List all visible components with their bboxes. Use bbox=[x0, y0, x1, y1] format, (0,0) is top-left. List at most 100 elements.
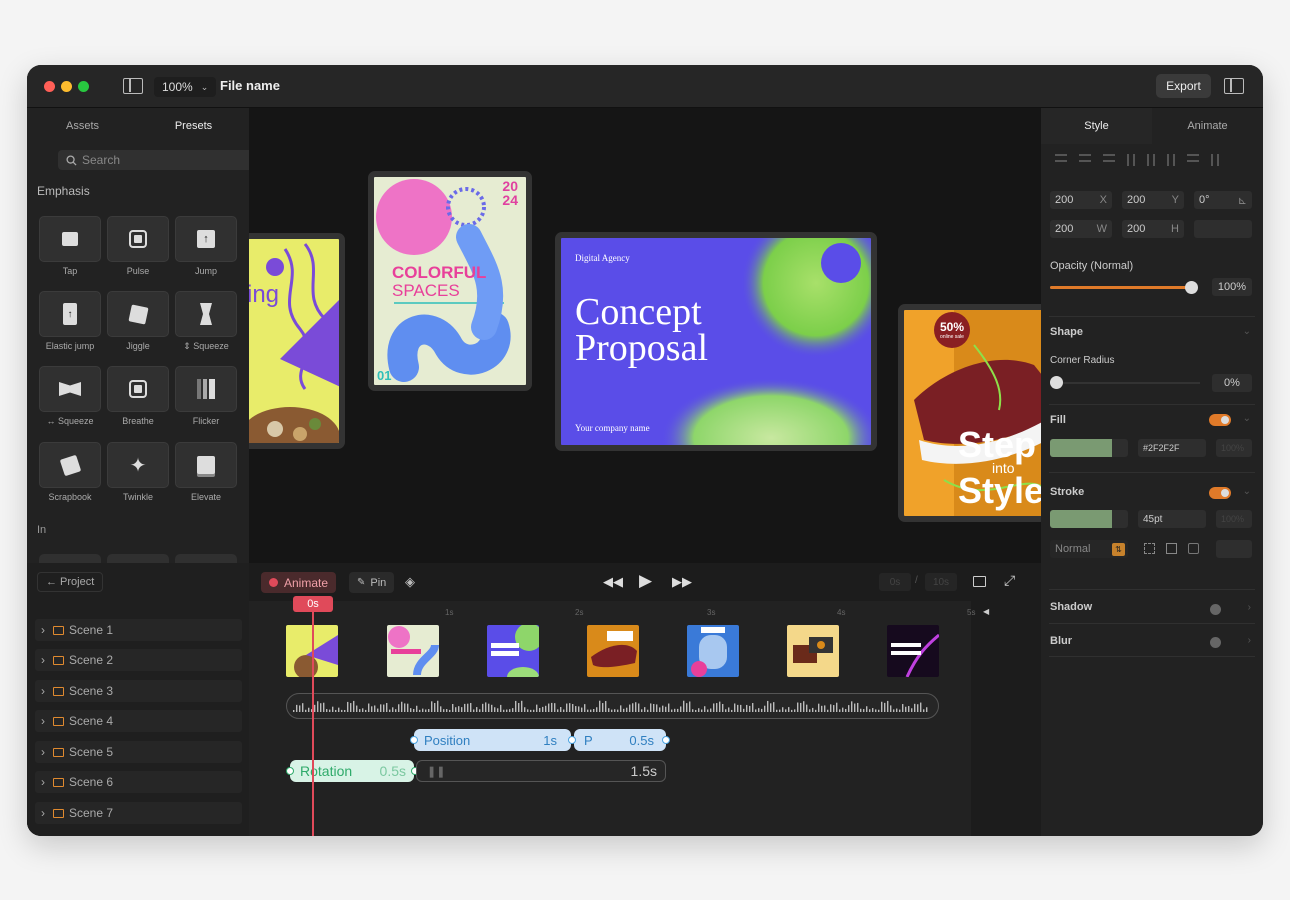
chevron-down-icon[interactable]: ⌄ bbox=[1243, 486, 1251, 497]
shadow-section[interactable]: Shadow bbox=[1050, 601, 1092, 613]
slide-card-food[interactable]: ing bbox=[249, 233, 345, 449]
animate-button[interactable]: Animate bbox=[261, 572, 337, 593]
preset-breathe[interactable]: Breathe bbox=[107, 366, 169, 426]
stroke-toggle[interactable] bbox=[1209, 487, 1231, 499]
scene-item[interactable]: › Scene 3 bbox=[35, 680, 242, 702]
blur-section[interactable]: Blur bbox=[1050, 635, 1072, 647]
h-field[interactable]: 200 H bbox=[1122, 220, 1184, 238]
scene-thumbnail[interactable] bbox=[787, 625, 839, 677]
p-keyframe[interactable]: P 0.5s bbox=[574, 729, 666, 751]
audio-waveform[interactable] bbox=[286, 693, 939, 719]
time-current-field[interactable]: 0s bbox=[879, 573, 911, 591]
shadow-toggle[interactable] bbox=[1210, 604, 1221, 615]
align-left-icon[interactable] bbox=[1055, 154, 1067, 162]
blend-mode-select[interactable]: Normal ⇅ bbox=[1050, 540, 1128, 558]
preset-jiggle[interactable]: Jiggle bbox=[107, 291, 169, 351]
corner-radius-slider[interactable] bbox=[1050, 376, 1200, 389]
tab-animate[interactable]: Animate bbox=[1152, 120, 1263, 132]
slide-card-concept[interactable]: Digital Agency Concept Proposal Your comp… bbox=[555, 232, 877, 451]
w-field[interactable]: 200 W bbox=[1050, 220, 1112, 238]
scene-thumbnail[interactable] bbox=[487, 625, 539, 677]
fill-toggle[interactable] bbox=[1209, 414, 1231, 426]
preset-elastic-jump[interactable]: ↑ Elastic jump bbox=[39, 291, 101, 351]
preset-pulse[interactable]: Pulse bbox=[107, 216, 169, 276]
rotation-hold-segment[interactable]: ❚❚ 1.5s bbox=[416, 760, 666, 782]
playhead[interactable]: 0s bbox=[293, 596, 333, 612]
stroke-inside-icon[interactable] bbox=[1188, 543, 1199, 554]
stroke-width[interactable]: 45pt bbox=[1138, 510, 1206, 528]
opacity-value[interactable]: 100% bbox=[1212, 278, 1252, 296]
x-field[interactable]: 200 X bbox=[1050, 191, 1112, 209]
distribute-h-icon[interactable] bbox=[1187, 154, 1199, 162]
close-window-button[interactable] bbox=[44, 81, 55, 92]
preset-partial[interactable] bbox=[39, 554, 101, 563]
inspector-toggle-icon[interactable] bbox=[1224, 78, 1244, 94]
align-center-h-icon[interactable] bbox=[1079, 154, 1091, 162]
fast-forward-icon[interactable]: ▶▶ bbox=[672, 574, 692, 590]
corner-radius-knob[interactable] bbox=[1050, 376, 1063, 389]
align-right-icon[interactable] bbox=[1103, 154, 1115, 162]
scene-item[interactable]: › Scene 6 bbox=[35, 771, 242, 793]
scene-item[interactable]: › Scene 7 bbox=[35, 802, 242, 824]
fill-opacity[interactable]: 100% bbox=[1216, 439, 1252, 457]
keyframe-handle[interactable] bbox=[568, 736, 576, 744]
preset-twinkle[interactable]: ✦ Twinkle bbox=[107, 442, 169, 502]
slide-card-colorful[interactable]: 20 24 COLORFUL SPACES 01 bbox=[368, 171, 532, 391]
fullscreen-icon[interactable]: ⤢ bbox=[1004, 572, 1015, 589]
rewind-icon[interactable]: ◀◀ bbox=[603, 574, 623, 590]
align-bottom-icon[interactable] bbox=[1167, 154, 1175, 166]
stroke-opacity[interactable]: 100% bbox=[1216, 510, 1252, 528]
shape-section[interactable]: Shape bbox=[1050, 326, 1083, 338]
chevron-down-icon[interactable]: ⌄ bbox=[1243, 413, 1251, 424]
stroke-extra-field[interactable] bbox=[1216, 540, 1252, 558]
preset-scrapbook[interactable]: Scrapbook bbox=[39, 442, 101, 502]
aspect-ratio-icon[interactable] bbox=[973, 576, 986, 587]
align-middle-icon[interactable] bbox=[1147, 154, 1155, 166]
project-back-button[interactable]: ← Project bbox=[37, 572, 104, 592]
preset-partial[interactable] bbox=[175, 554, 237, 563]
fill-section[interactable]: Fill bbox=[1050, 414, 1066, 426]
tab-assets[interactable]: Assets bbox=[27, 120, 138, 132]
preset-flicker[interactable]: Flicker bbox=[175, 366, 237, 426]
chevron-right-icon[interactable]: › bbox=[1248, 602, 1251, 613]
distribute-v-icon[interactable] bbox=[1211, 154, 1219, 166]
stroke-swatch[interactable] bbox=[1050, 510, 1128, 528]
corner-radius-value[interactable]: 0% bbox=[1212, 374, 1252, 392]
stroke-section[interactable]: Stroke bbox=[1050, 486, 1084, 498]
keyframe-handle[interactable] bbox=[410, 736, 418, 744]
stroke-outside-icon[interactable] bbox=[1144, 543, 1155, 554]
keyframe-handle[interactable] bbox=[286, 767, 294, 775]
search-input[interactable]: Search bbox=[58, 150, 258, 170]
scene-thumbnail[interactable] bbox=[887, 625, 939, 677]
pin-button[interactable]: ✎ Pin bbox=[349, 572, 395, 593]
slide-card-step[interactable]: 50% online sale Step into Style bbox=[898, 304, 1041, 522]
maximize-window-button[interactable] bbox=[78, 81, 89, 92]
preset-squeeze-vertical[interactable]: ⇕ Squeeze bbox=[175, 291, 237, 352]
canvas[interactable]: ing 20 24 COLORFUL SPACES 01 Digital Age… bbox=[249, 108, 1041, 563]
scene-item[interactable]: › Scene 4 bbox=[35, 710, 242, 732]
preset-jump[interactable]: ↑ Jump bbox=[175, 216, 237, 276]
preset-squeeze-horizontal[interactable]: ↔ Squeeze bbox=[39, 366, 101, 426]
zoom-select[interactable]: 100% ⌄ bbox=[154, 77, 217, 97]
fill-swatch[interactable] bbox=[1050, 439, 1128, 457]
scene-item[interactable]: › Scene 1 bbox=[35, 619, 242, 641]
align-top-icon[interactable] bbox=[1127, 154, 1135, 166]
scene-item[interactable]: › Scene 2 bbox=[35, 649, 242, 671]
chevron-right-icon[interactable]: › bbox=[1248, 635, 1251, 646]
tab-presets[interactable]: Presets bbox=[138, 120, 249, 132]
y-field[interactable]: 200 Y bbox=[1122, 191, 1184, 209]
blur-toggle[interactable] bbox=[1210, 637, 1221, 648]
file-name[interactable]: File name bbox=[220, 78, 280, 93]
position-keyframe[interactable]: Position 1s bbox=[414, 729, 571, 751]
opacity-slider[interactable] bbox=[1050, 281, 1199, 294]
tab-style[interactable]: Style bbox=[1041, 108, 1152, 144]
fill-hex[interactable]: #2F2F2F bbox=[1138, 439, 1206, 457]
stroke-center-icon[interactable] bbox=[1166, 543, 1177, 554]
minimize-window-button[interactable] bbox=[61, 81, 72, 92]
scene-thumbnail[interactable] bbox=[387, 625, 439, 677]
chevron-down-icon[interactable]: ⌄ bbox=[1243, 326, 1251, 337]
preset-tap[interactable]: Tap bbox=[39, 216, 101, 276]
scene-thumbnail[interactable] bbox=[687, 625, 739, 677]
export-button[interactable]: Export bbox=[1156, 74, 1211, 98]
empty-field[interactable] bbox=[1194, 220, 1252, 238]
